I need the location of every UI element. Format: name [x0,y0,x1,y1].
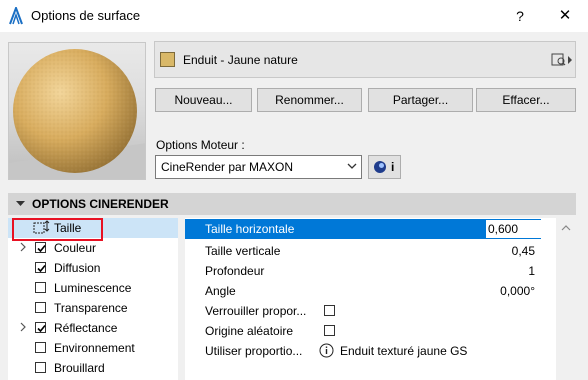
tree-item-transparence[interactable]: Transparence [8,298,178,318]
prop-label: Profondeur [205,264,265,278]
close-button[interactable]: ✕ [555,6,575,26]
tree-item-diffusion[interactable]: Diffusion [8,258,178,278]
random-origin-checkbox[interactable] [324,325,335,336]
highlight-box [12,218,103,241]
prop-row-random-origin[interactable]: Origine aléatoire [185,321,541,341]
texture-name: Enduit texturé jaune GS [340,344,468,358]
prop-label: Angle [205,284,236,298]
channel-checkbox[interactable] [35,322,46,333]
new-button[interactable]: Nouveau... [155,88,252,112]
engine-select[interactable]: CineRender par MAXON [155,155,362,179]
chevron-right-icon[interactable] [19,322,27,332]
channel-checkbox[interactable] [35,282,46,293]
rename-button[interactable]: Renommer... [257,88,362,112]
cinerender-options-header[interactable]: OPTIONS CINERENDER [8,193,576,215]
channel-checkbox[interactable] [35,242,46,253]
property-scrollbar[interactable] [556,218,576,380]
material-preview [8,42,146,180]
tree-item-label: Diffusion [54,261,101,275]
prop-row-use-proportions[interactable]: Utiliser proportio... Enduit texturé jau… [185,341,541,361]
tree-item-label: Environnement [54,341,135,355]
cinerender-logo-icon [374,161,386,173]
prop-value[interactable]: 0,45 [512,244,535,258]
chevron-right-icon[interactable] [19,242,27,252]
collapse-triangle-icon [16,201,25,206]
prop-label: Taille horizontale [205,222,295,236]
prop-label: Verrouiller propor... [205,304,307,318]
share-button[interactable]: Partager... [368,88,473,112]
channel-checkbox[interactable] [35,262,46,273]
material-name: Enduit - Jaune nature [183,53,298,67]
tree-item-label: Couleur [54,241,97,255]
prop-label: Origine aléatoire [205,324,294,338]
checkmark-icon [37,264,46,273]
prop-value[interactable]: 0,000° [500,284,535,298]
prop-row-vertical-size[interactable]: Taille verticale 0,45 [185,241,541,261]
help-button[interactable]: ? [510,6,530,26]
prop-label: Taille verticale [205,244,281,258]
tree-item-environnement[interactable]: Environnement [8,338,178,358]
property-list: Taille horizontale 0,600 Taille vertical… [185,218,576,380]
tree-item-label: Réflectance [54,321,118,335]
prop-row-depth[interactable]: Profondeur 1 [185,261,541,281]
prop-row-angle[interactable]: Angle 0,000° [185,281,541,301]
channel-checkbox[interactable] [35,362,46,373]
section-title: OPTIONS CINERENDER [32,197,169,211]
prop-value[interactable]: 1 [528,264,535,278]
window-title: Options de surface [31,8,141,23]
tree-item-label: Luminescence [54,281,132,295]
lock-proportions-checkbox[interactable] [324,305,335,316]
tree-item-label: Transparence [54,301,128,315]
channel-checkbox[interactable] [35,302,46,313]
archicad-logo-icon [9,7,23,25]
prop-row-lock-proportions[interactable]: Verrouiller propor... [185,301,541,321]
scroll-up-icon[interactable] [561,224,571,232]
engine-select-value: CineRender par MAXON [161,160,294,174]
material-name-bar: Enduit - Jaune nature [154,41,576,78]
tree-item-luminescence[interactable]: Luminescence [8,278,178,298]
delete-button[interactable]: Effacer... [476,88,576,112]
tree-item-reflectance[interactable]: Réflectance [8,318,178,338]
preview-sphere-image [9,49,145,179]
prop-row-horizontal-size[interactable]: Taille horizontale 0,600 [185,219,541,239]
checkmark-icon [37,244,46,253]
info-label: i [391,160,395,174]
engine-info-button[interactable]: i [368,155,401,179]
horizontal-size-input[interactable]: 0,600 [486,220,541,238]
tree-item-brouillard[interactable]: Brouillard [8,358,178,378]
info-icon [319,343,334,358]
engine-options-label: Options Moteur : [156,138,245,152]
tree-item-couleur[interactable]: Couleur [8,238,178,258]
title-bar: Options de surface ? ✕ [0,0,588,32]
checkmark-icon [37,324,46,333]
material-catalog-icon[interactable] [551,51,573,69]
material-color-swatch [160,52,175,67]
tree-item-label: Brouillard [54,361,105,375]
chevron-down-icon [347,163,357,169]
channel-tree: Taille Couleur Diffusion Luminescence Tr… [8,218,178,380]
prop-label: Utiliser proportio... [205,344,303,358]
channel-checkbox[interactable] [35,342,46,353]
